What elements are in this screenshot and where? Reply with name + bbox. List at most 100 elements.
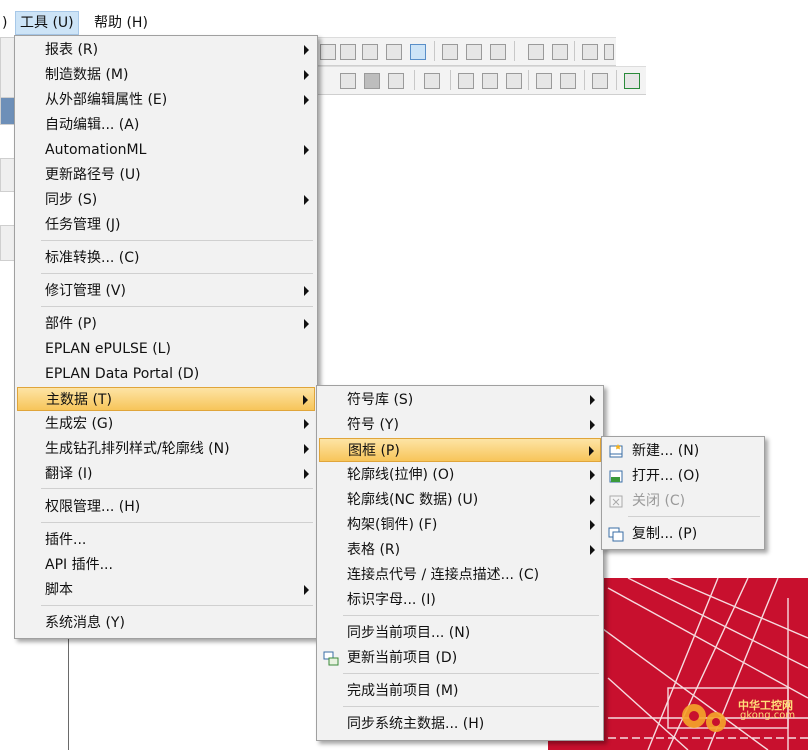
menu-separator: [41, 488, 313, 489]
submenu-arrow-icon: [304, 444, 309, 454]
toolbar-icon-19[interactable]: [506, 73, 522, 89]
tools-menu-item-6[interactable]: 同步 (S): [17, 188, 315, 212]
submenu-arrow-icon: [304, 585, 309, 595]
toolbar-icon-13[interactable]: [340, 73, 356, 89]
master-data-item-8[interactable]: 标识字母... (I): [319, 588, 601, 612]
toolbar-icon-21[interactable]: [560, 73, 576, 89]
submenu-arrow-icon: [303, 395, 308, 405]
toolbar-icon-20[interactable]: [536, 73, 552, 89]
menu-separator: [41, 605, 313, 606]
toolbar-icon-14[interactable]: [364, 73, 380, 89]
menu-item-label: 新建... (N): [632, 443, 700, 459]
tools-menu-item-20[interactable]: 脚本: [17, 578, 315, 602]
toolbar-icon-18[interactable]: [482, 73, 498, 89]
master-data-item-2[interactable]: 图框 (P): [319, 438, 601, 462]
toolbar-icon-7[interactable]: [466, 44, 482, 60]
tools-menu-item-8[interactable]: 标准转换... (C): [17, 246, 315, 270]
tools-menu-item-5[interactable]: 更新路径号 (U): [17, 163, 315, 187]
toolbar-icon-10[interactable]: [552, 44, 568, 60]
toolbar-separator: [514, 41, 515, 61]
tools-menu-item-13[interactable]: 主数据 (T): [17, 387, 315, 411]
toolbar-icon-15[interactable]: [388, 73, 404, 89]
menu-partial-left[interactable]: ): [0, 12, 11, 34]
tools-menu-item-1[interactable]: 制造数据 (M): [17, 63, 315, 87]
tools-menu-item-18[interactable]: 插件...: [17, 528, 315, 552]
menu-item-label: 关闭 (C): [632, 493, 686, 509]
menu-item-label: 构架(铜件) (F): [347, 517, 438, 533]
tools-menu-item-19[interactable]: API 插件...: [17, 553, 315, 577]
menu-item-label: 从外部编辑属性 (E): [45, 92, 168, 108]
menu-item-label: 连接点代号 / 连接点描述... (C): [347, 567, 540, 583]
master-data-item-6[interactable]: 表格 (R): [319, 538, 601, 562]
menu-tools[interactable]: 工具 (U): [15, 11, 79, 35]
update-project-icon: [323, 650, 339, 666]
tools-menu-item-21[interactable]: 系统消息 (Y): [17, 611, 315, 635]
tools-menu-item-14[interactable]: 生成宏 (G): [17, 412, 315, 436]
menu-item-label: 生成宏 (G): [45, 416, 114, 432]
menu-item-label: 脚本: [45, 582, 73, 598]
tools-menu-item-7[interactable]: 任务管理 (J): [17, 213, 315, 237]
toolbar-icon-1[interactable]: [320, 44, 336, 60]
tools-menu-item-4[interactable]: AutomationML: [17, 138, 315, 162]
toolbar-separator: [616, 70, 617, 90]
submenu-arrow-icon: [589, 446, 594, 456]
toolbar-icon-4[interactable]: [386, 44, 402, 60]
toolbar-icon-9[interactable]: [528, 44, 544, 60]
tools-menu-item-17[interactable]: 权限管理... (H): [17, 495, 315, 519]
frame-menu-item-1[interactable]: 打开... (O): [604, 464, 762, 488]
menu-item-label: EPLAN ePULSE (L): [45, 341, 171, 357]
submenu-arrow-icon: [304, 45, 309, 55]
toolbar-icon-22[interactable]: [592, 73, 608, 89]
tools-menu-item-10[interactable]: 部件 (P): [17, 312, 315, 336]
menu-item-label: 更新路径号 (U): [45, 167, 141, 183]
master-data-item-3[interactable]: 轮廓线(拉伸) (O): [319, 463, 601, 487]
master-data-item-0[interactable]: 符号库 (S): [319, 388, 601, 412]
toolbar-icon-5[interactable]: [410, 44, 426, 60]
master-data-item-10[interactable]: 更新当前项目 (D): [319, 646, 601, 670]
menu-item-label: 轮廓线(拉伸) (O): [347, 467, 455, 483]
toolbar-icon-12[interactable]: [604, 44, 614, 60]
master-data-item-1[interactable]: 符号 (Y): [319, 413, 601, 437]
menu-item-label: 复制... (P): [632, 526, 698, 542]
toolbar-icon-11[interactable]: [582, 44, 598, 60]
tools-menu-item-16[interactable]: 翻译 (I): [17, 462, 315, 486]
frame-menu-item-0[interactable]: 新建... (N): [604, 439, 762, 463]
master-data-item-12[interactable]: 同步系统主数据... (H): [319, 712, 601, 736]
frame-menu-item-2: 关闭 (C): [604, 489, 762, 513]
menu-item-label: 修订管理 (V): [45, 283, 126, 299]
menu-item-label: 自动编辑... (A): [45, 117, 140, 133]
menu-separator: [343, 673, 599, 674]
menu-item-label: 符号库 (S): [347, 392, 414, 408]
menu-item-label: 打开... (O): [632, 468, 700, 484]
toolbar-separator: [528, 70, 529, 90]
master-data-item-5[interactable]: 构架(铜件) (F): [319, 513, 601, 537]
toolbar-icon-3[interactable]: [362, 44, 378, 60]
tools-menu-item-2[interactable]: 从外部编辑属性 (E): [17, 88, 315, 112]
toolbar-icon-8[interactable]: [490, 44, 506, 60]
menu-item-label: 同步当前项目... (N): [347, 625, 471, 641]
copy-frame-icon: [608, 526, 624, 542]
menu-help[interactable]: 帮助 (H): [90, 12, 152, 34]
toolbar-icon-16[interactable]: [424, 73, 440, 89]
tools-menu-item-9[interactable]: 修订管理 (V): [17, 279, 315, 303]
master-data-item-7[interactable]: 连接点代号 / 连接点描述... (C): [319, 563, 601, 587]
menu-item-label: 同步 (S): [45, 192, 98, 208]
toolbar-icon-2[interactable]: [340, 44, 356, 60]
menu-separator: [41, 240, 313, 241]
tools-menu-item-0[interactable]: 报表 (R): [17, 38, 315, 62]
tools-menu-item-15[interactable]: 生成钻孔排列样式/轮廓线 (N): [17, 437, 315, 461]
frame-menu-item-3[interactable]: 复制... (P): [604, 522, 762, 546]
menu-separator: [343, 615, 599, 616]
tools-menu-item-3[interactable]: 自动编辑... (A): [17, 113, 315, 137]
tools-menu-item-12[interactable]: EPLAN Data Portal (D): [17, 362, 315, 386]
toolbar-icon-6[interactable]: [442, 44, 458, 60]
close-frame-icon: [608, 493, 624, 509]
tools-menu-item-11[interactable]: EPLAN ePULSE (L): [17, 337, 315, 361]
master-data-item-9[interactable]: 同步当前项目... (N): [319, 621, 601, 645]
submenu-arrow-icon: [304, 469, 309, 479]
toolbar-icon-17[interactable]: [458, 73, 474, 89]
master-data-item-4[interactable]: 轮廓线(NC 数据) (U): [319, 488, 601, 512]
frame-submenu: 新建... (N) 打开... (O) 关闭 (C) 复制... (P): [601, 436, 765, 550]
master-data-item-11[interactable]: 完成当前项目 (M): [319, 679, 601, 703]
toolbar-icon-23[interactable]: [624, 73, 640, 89]
